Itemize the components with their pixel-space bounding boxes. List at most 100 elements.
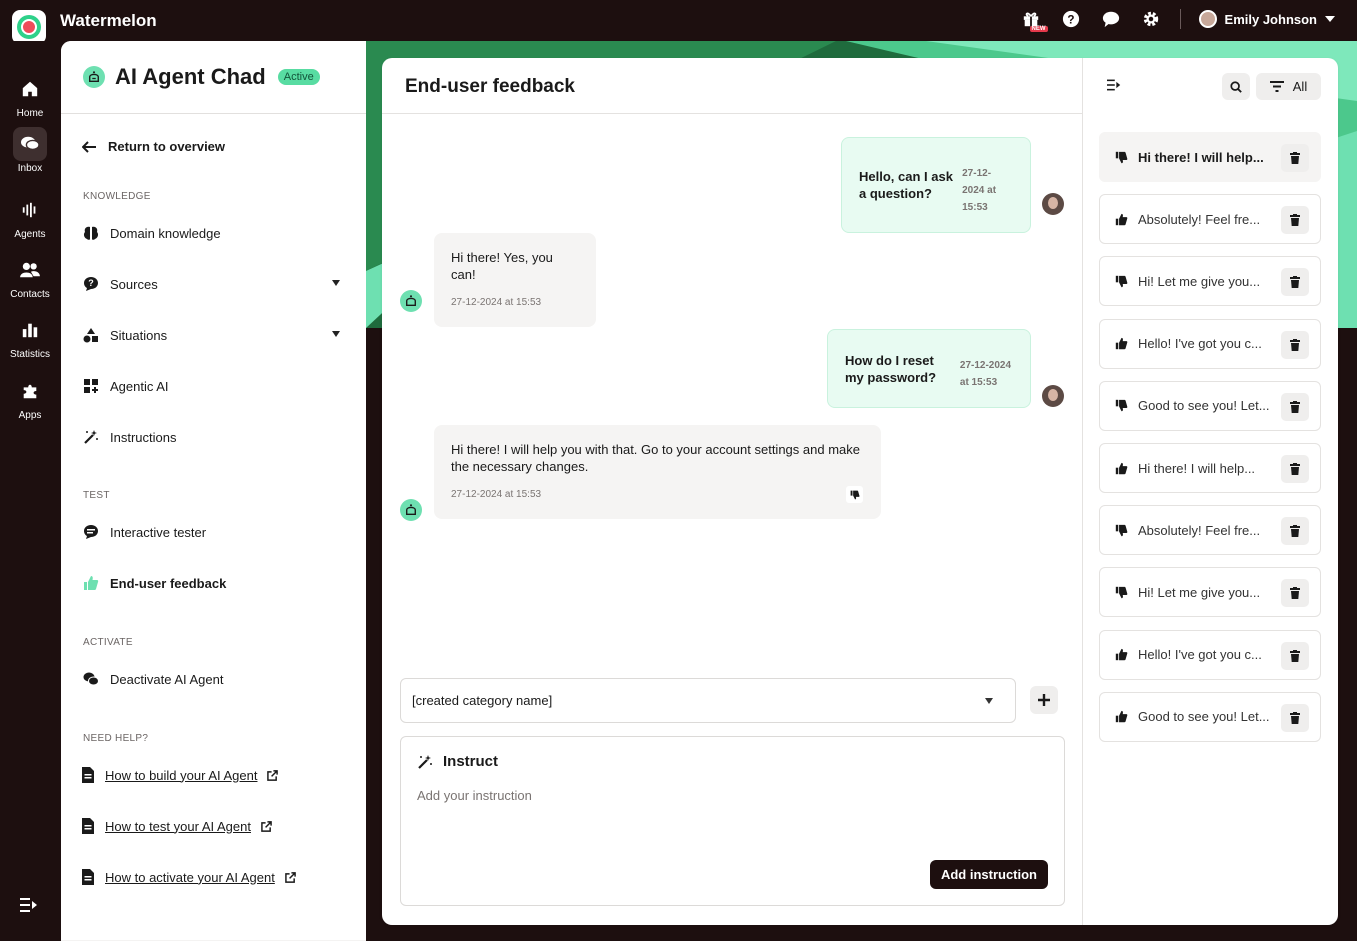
trash-icon: [1290, 214, 1300, 227]
thumbs-up-icon: [1115, 213, 1128, 226]
thumbs-down-icon: [1115, 275, 1128, 288]
thumbs-down-icon[interactable]: [846, 486, 863, 503]
feedback-list-item[interactable]: Hello! I've got you c...: [1099, 318, 1321, 369]
help-link-label: How to activate your AI Agent: [105, 869, 275, 885]
arrow-left-icon: [82, 140, 96, 153]
chat-icon[interactable]: [1100, 8, 1122, 30]
delete-feedback-button[interactable]: [1281, 392, 1309, 421]
feedback-preview: Absolutely! Feel fre...: [1138, 522, 1261, 538]
delete-feedback-button[interactable]: [1281, 517, 1309, 546]
user-avatar: [1042, 193, 1064, 215]
return-to-overview-link[interactable]: Return to overview: [82, 139, 225, 154]
nav-item-instructions[interactable]: Instructions: [72, 415, 354, 459]
feedback-list-item[interactable]: Good to see you! Let...: [1099, 691, 1321, 742]
rail-label-statistics: Statistics: [9, 349, 50, 360]
delete-feedback-button[interactable]: [1281, 268, 1309, 297]
user-menu[interactable]: Emily Johnson: [1198, 10, 1335, 28]
nav-item-end-user-feedback[interactable]: End-user feedback: [72, 561, 354, 605]
feedback-list-item[interactable]: Absolutely! Feel fre...: [1099, 194, 1321, 245]
instruct-title: Instruct: [443, 753, 499, 770]
thumbs-down-icon: [1115, 524, 1128, 537]
thumbs-down-icon: [1115, 151, 1128, 164]
gift-icon[interactable]: NEW: [1020, 8, 1048, 32]
document-icon: [82, 767, 94, 783]
rail-item-apps[interactable]: Apps: [0, 374, 60, 421]
rail-item-statistics[interactable]: Statistics: [0, 313, 60, 360]
delete-feedback-button[interactable]: [1281, 330, 1309, 359]
rail-item-home[interactable]: Home: [0, 72, 60, 119]
help-icon[interactable]: ?: [1060, 8, 1082, 30]
add-instruction-button[interactable]: Add instruction: [929, 860, 1048, 889]
nav-item-deactivate[interactable]: Deactivate AI Agent: [72, 657, 354, 701]
trash-icon: [1290, 152, 1300, 164]
status-badge: Active: [277, 69, 320, 85]
delete-feedback-button[interactable]: [1281, 579, 1309, 608]
nav-item-sources[interactable]: ? Sources: [72, 262, 354, 306]
thumbs-up-icon: [1115, 648, 1128, 661]
feedback-list-item[interactable]: Hi there! I will help...: [1099, 132, 1321, 182]
rail-item-contacts[interactable]: Contacts: [0, 253, 60, 300]
svg-text:?: ?: [1067, 14, 1074, 27]
user-avatar: [1042, 385, 1064, 407]
external-link-icon: [267, 769, 279, 781]
feedback-list-item[interactable]: Hi! Let me give you...: [1099, 256, 1321, 307]
rail-item-inbox[interactable]: Inbox: [0, 127, 60, 174]
search-icon: [1230, 80, 1242, 93]
help-link-activate[interactable]: How to activate your AI Agent: [81, 869, 296, 885]
feedback-preview: Hello! I've got you c...: [1138, 647, 1262, 663]
new-badge: NEW: [1029, 26, 1048, 32]
thumbs-up-icon: [1115, 337, 1128, 350]
inbox-icon: [13, 127, 47, 161]
delete-feedback-button[interactable]: [1281, 703, 1309, 732]
grid-plus-icon: [84, 379, 98, 393]
filter-button[interactable]: All: [1256, 73, 1321, 100]
instruction-input[interactable]: Add your instruction: [417, 788, 532, 803]
main-navigation-rail: Home Inbox Agents Contacts Statistics Ap…: [0, 41, 60, 941]
rail-item-agents[interactable]: Agents: [0, 193, 60, 240]
nav-item-situations[interactable]: Situations: [72, 313, 354, 357]
feedback-main-card: End-user feedback Hello, can I ask a que…: [382, 58, 1338, 925]
feedback-list-item[interactable]: Hi there! I will help...: [1099, 443, 1321, 493]
collapse-menu-icon[interactable]: [20, 898, 38, 915]
message-text: Hi there! I will help you with that. Go …: [451, 442, 860, 474]
message-timestamp: 27-12-2024 at 15:53: [959, 360, 1012, 388]
nav-item-domain-knowledge[interactable]: Domain knowledge: [72, 211, 354, 255]
feedback-list-item[interactable]: Hi! Let me give you...: [1099, 567, 1321, 618]
help-link-test[interactable]: How to test your AI Agent: [81, 818, 272, 834]
message-text: Hi there! Yes, you can!: [451, 250, 553, 282]
chevron-down-icon: [332, 331, 340, 337]
shapes-icon: [83, 328, 98, 343]
watermelon-logo[interactable]: [12, 10, 46, 44]
feedback-list-item[interactable]: Hello! I've got you c...: [1099, 629, 1321, 680]
nav-item-agentic-ai[interactable]: Agentic AI: [72, 364, 354, 408]
top-bar: Watermelon NEW ? Emily Johnson: [0, 0, 1357, 44]
feedback-list-item[interactable]: Absolutely! Feel fre...: [1099, 505, 1321, 556]
collapse-panel-icon[interactable]: [1107, 79, 1121, 94]
trash-icon: [1290, 400, 1300, 413]
section-activate: ACTIVATE: [83, 637, 133, 648]
feedback-list-item[interactable]: Good to see you! Let...: [1099, 380, 1321, 431]
feedback-preview: Hello! I've got you c...: [1138, 336, 1262, 352]
delete-feedback-button[interactable]: [1281, 144, 1309, 172]
add-category-button[interactable]: [1030, 686, 1058, 714]
user-name: Emily Johnson: [1224, 11, 1317, 27]
delete-feedback-button[interactable]: [1281, 206, 1309, 235]
user-message: Hello, can I ask a question? 27-12-2024 …: [841, 137, 1031, 233]
chevron-down-icon: [332, 280, 340, 286]
robot-icon: [83, 66, 105, 88]
nav-item-interactive-tester[interactable]: Interactive tester: [72, 510, 354, 554]
feedback-preview: Absolutely! Feel fre...: [1138, 211, 1261, 227]
search-button[interactable]: [1222, 73, 1250, 100]
category-select[interactable]: [created category name]: [400, 678, 1016, 723]
help-link-build[interactable]: How to build your AI Agent: [81, 767, 279, 783]
gear-icon[interactable]: [1140, 8, 1162, 30]
delete-feedback-button[interactable]: [1281, 455, 1309, 483]
trash-icon: [1290, 711, 1300, 724]
contacts-icon: [13, 253, 47, 287]
agents-icon: [13, 193, 47, 227]
brain-icon: [83, 226, 99, 240]
rail-label-home: Home: [16, 108, 44, 119]
statistics-icon: [13, 313, 47, 347]
delete-feedback-button[interactable]: [1281, 641, 1309, 670]
feedback-preview: Good to see you! Let...: [1138, 398, 1270, 414]
